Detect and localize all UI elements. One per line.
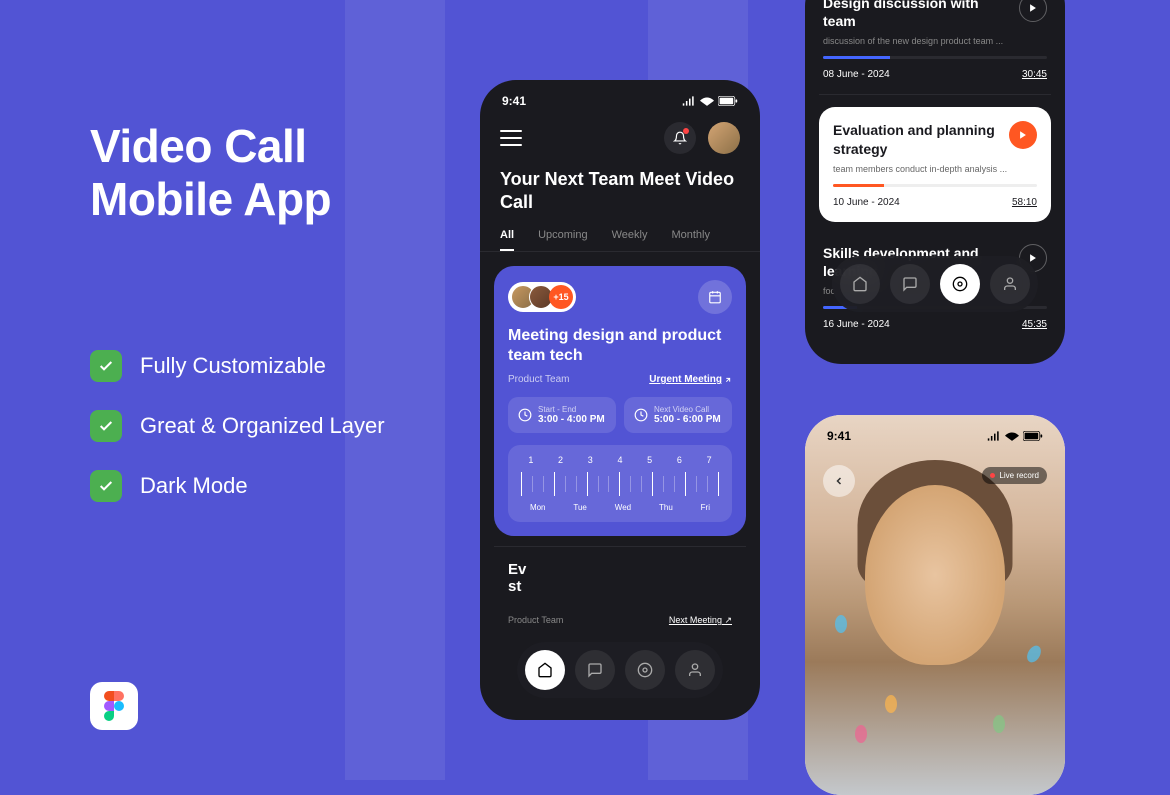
week-num: 5 — [647, 455, 652, 465]
nav-profile-button[interactable] — [675, 650, 715, 690]
live-record-badge: Live record — [982, 467, 1047, 484]
avatar[interactable] — [708, 122, 740, 154]
week-num: 6 — [677, 455, 682, 465]
nav-chat-button[interactable] — [890, 264, 930, 304]
phone-video-call-screen: 9:41 Live record — [805, 415, 1065, 795]
recording-title: Evaluation and planning strategy — [833, 121, 999, 157]
feature-label: Fully Customizable — [140, 353, 326, 379]
meeting-title: Meeting design and product team tech — [508, 326, 732, 366]
nav-record-button[interactable] — [940, 264, 980, 304]
tabs: All Upcoming Weekly Monthly — [480, 223, 760, 252]
recording-card[interactable]: Evaluation and planning strategy team me… — [819, 107, 1051, 221]
recording-desc: discussion of the new design product tea… — [823, 36, 1047, 46]
topbar — [480, 114, 760, 168]
meeting-card[interactable]: +15 Meeting design and product team tech… — [494, 266, 746, 536]
recording-date: 08 June - 2024 — [823, 69, 890, 80]
feature-list: Fully Customizable Great & Organized Lay… — [90, 350, 385, 530]
feature-label: Dark Mode — [140, 473, 248, 499]
recording-date: 10 June - 2024 — [833, 197, 900, 208]
recording-title: Design discussion with team — [823, 0, 1009, 30]
recording-card[interactable]: Design discussion with team discussion o… — [819, 0, 1051, 95]
week-num: 4 — [617, 455, 622, 465]
recording-date: 16 June - 2024 — [823, 319, 890, 330]
bottom-nav — [832, 256, 1038, 312]
check-icon — [90, 350, 122, 382]
status-bar: 9:41 — [480, 80, 760, 114]
participant-avatars[interactable]: +15 — [508, 282, 576, 312]
time-box-next-call: Next Video Call5:00 - 6:00 PM — [624, 397, 732, 433]
notifications-button[interactable] — [664, 122, 696, 154]
week-day: Wed — [615, 503, 631, 512]
week-day: Tue — [573, 503, 587, 512]
play-button[interactable] — [1009, 121, 1037, 149]
week-day: Thu — [659, 503, 673, 512]
clock-icon — [634, 408, 648, 422]
feature-label: Great & Organized Layer — [140, 413, 385, 439]
meeting-card-partial[interactable]: Evst Product Team Next Meeting ↗ — [494, 546, 746, 640]
feature-item: Great & Organized Layer — [90, 410, 385, 442]
check-icon — [90, 470, 122, 502]
nav-home-button[interactable] — [840, 264, 880, 304]
status-time: 9:41 — [827, 429, 851, 443]
recording-duration: 30:45 — [1022, 69, 1047, 80]
week-num: 2 — [558, 455, 563, 465]
headline: Video Call Mobile App — [90, 120, 331, 226]
partial-title: Evst — [508, 561, 732, 595]
time-label: Start - End — [538, 405, 605, 414]
recording-duration: 45:35 — [1022, 319, 1047, 330]
phone-recordings-screen: Design discussion with team discussion o… — [805, 0, 1065, 364]
tab-monthly[interactable]: Monthly — [671, 229, 710, 251]
recording-progress[interactable] — [833, 184, 1037, 187]
time-label: Next Video Call — [654, 405, 721, 414]
calendar-button[interactable] — [698, 280, 732, 314]
headline-line1: Video Call — [90, 120, 331, 173]
tab-all[interactable]: All — [500, 229, 514, 251]
bottom-nav — [517, 642, 723, 698]
week-day: Mon — [530, 503, 546, 512]
status-time: 9:41 — [502, 94, 526, 108]
time-box-start-end: Start - End3:00 - 4:00 PM — [508, 397, 616, 433]
nav-record-button[interactable] — [625, 650, 665, 690]
phone-home-screen: 9:41 Your Next Team Meet Video Call All … — [480, 80, 760, 720]
urgent-link[interactable]: Urgent Meeting — [649, 374, 732, 385]
week-day: Fri — [701, 503, 710, 512]
week-ticks — [516, 471, 724, 497]
team-label: Product Team — [508, 374, 570, 385]
nav-home-button[interactable] — [525, 650, 565, 690]
tab-upcoming[interactable]: Upcoming — [538, 229, 588, 251]
week-num: 7 — [707, 455, 712, 465]
recording-card[interactable]: Skills development and learning foc 16 J… — [819, 234, 1051, 344]
status-bar: 9:41 — [805, 415, 1065, 449]
menu-button[interactable] — [500, 130, 522, 146]
page-title: Your Next Team Meet Video Call — [480, 168, 760, 223]
time-value: 3:00 - 4:00 PM — [538, 414, 605, 425]
recording-desc: team members conduct in-depth analysis .… — [833, 164, 1037, 174]
week-num: 1 — [528, 455, 533, 465]
participant-count-badge: +15 — [549, 285, 573, 309]
notification-dot-icon — [683, 128, 689, 134]
feature-item: Fully Customizable — [90, 350, 385, 382]
recording-duration: 58:10 — [1012, 197, 1037, 208]
headline-line2: Mobile App — [90, 173, 331, 226]
recording-progress[interactable] — [823, 56, 1047, 59]
status-icons — [987, 429, 1043, 443]
play-button[interactable] — [1019, 0, 1047, 22]
week-num: 3 — [588, 455, 593, 465]
status-icons — [682, 94, 738, 108]
time-value: 5:00 - 6:00 PM — [654, 414, 721, 425]
nav-chat-button[interactable] — [575, 650, 615, 690]
back-button[interactable] — [823, 465, 855, 497]
clock-icon — [518, 408, 532, 422]
next-meeting-link[interactable]: Next Meeting ↗ — [669, 615, 732, 626]
feature-item: Dark Mode — [90, 470, 385, 502]
team-label: Product Team — [508, 615, 563, 626]
check-icon — [90, 410, 122, 442]
week-calendar[interactable]: 1 2 3 4 5 6 7 Mon Tue Wed Thu — [508, 445, 732, 522]
live-dot-icon — [990, 473, 995, 478]
figma-icon — [90, 682, 138, 730]
tab-weekly[interactable]: Weekly — [612, 229, 648, 251]
nav-profile-button[interactable] — [990, 264, 1030, 304]
